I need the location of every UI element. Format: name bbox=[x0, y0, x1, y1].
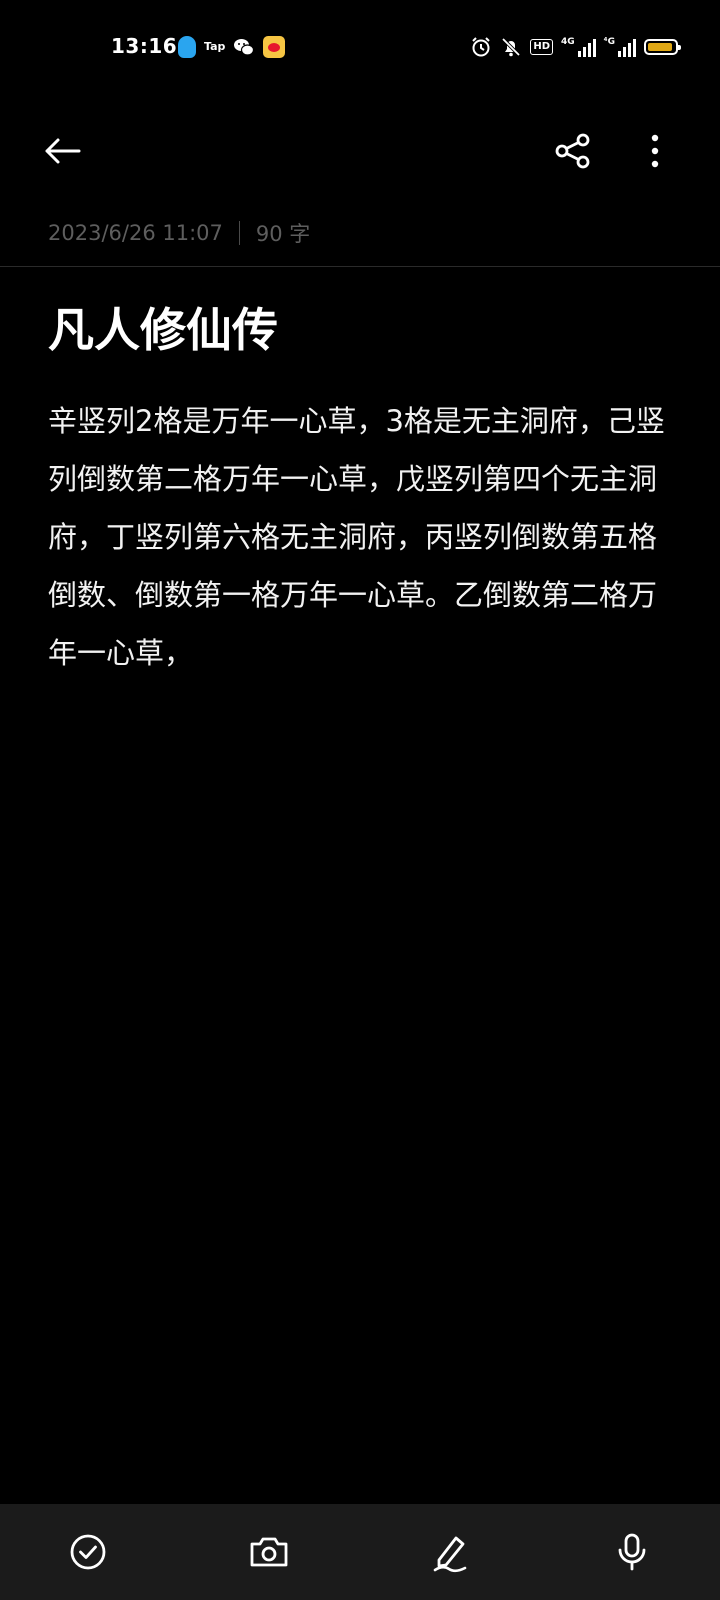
share-button[interactable] bbox=[550, 128, 596, 174]
back-arrow-icon bbox=[40, 128, 86, 174]
camera-icon bbox=[247, 1530, 291, 1574]
note-title[interactable]: 凡人修仙传 bbox=[48, 300, 278, 360]
note-datetime: 2023/6/26 11:07 bbox=[48, 221, 223, 245]
sim1-network-label: 4G bbox=[561, 37, 575, 47]
note-body[interactable]: 辛竖列2格是万年一心草，3格是无主洞府，己竖列倒数第二格万年一心草，戊竖列第四个… bbox=[48, 392, 668, 682]
taptap-icon: Tap bbox=[204, 40, 226, 53]
voice-input-button[interactable] bbox=[610, 1530, 654, 1574]
alarm-icon bbox=[470, 36, 492, 58]
signal-4g-icon: ⁴G bbox=[604, 37, 636, 57]
weibo-icon bbox=[263, 36, 286, 58]
sim2-network-label: ⁴G bbox=[603, 37, 615, 47]
header-divider bbox=[0, 266, 720, 267]
share-icon bbox=[550, 128, 596, 174]
mute-icon bbox=[500, 36, 522, 58]
notification-icons: Tap bbox=[178, 36, 286, 58]
wechat-icon bbox=[233, 36, 255, 58]
more-vertical-icon bbox=[632, 128, 678, 174]
bottom-toolbar bbox=[0, 1504, 720, 1600]
note-meta: 2023/6/26 11:07 90 字 bbox=[48, 218, 310, 248]
qq-icon bbox=[178, 36, 196, 58]
meta-divider bbox=[238, 221, 240, 245]
battery-icon bbox=[644, 39, 681, 55]
camera-button[interactable] bbox=[247, 1530, 291, 1574]
checklist-icon bbox=[66, 1530, 110, 1574]
back-button[interactable] bbox=[40, 128, 86, 174]
checklist-button[interactable] bbox=[66, 1530, 110, 1574]
microphone-icon bbox=[610, 1530, 654, 1574]
word-count: 90 字 bbox=[255, 222, 311, 246]
hd-icon: HD bbox=[530, 39, 553, 55]
system-status-icons: HD 4G ⁴G bbox=[470, 36, 681, 58]
handwriting-button[interactable] bbox=[429, 1530, 473, 1574]
signal-4g-icon: 4G bbox=[561, 37, 596, 57]
more-options-button[interactable] bbox=[632, 128, 678, 174]
status-time: 13:16 bbox=[111, 34, 178, 58]
app-bar bbox=[0, 110, 720, 190]
pen-icon bbox=[429, 1530, 473, 1574]
status-bar: 13:16 Tap HD 4G ⁴G bbox=[0, 0, 720, 96]
